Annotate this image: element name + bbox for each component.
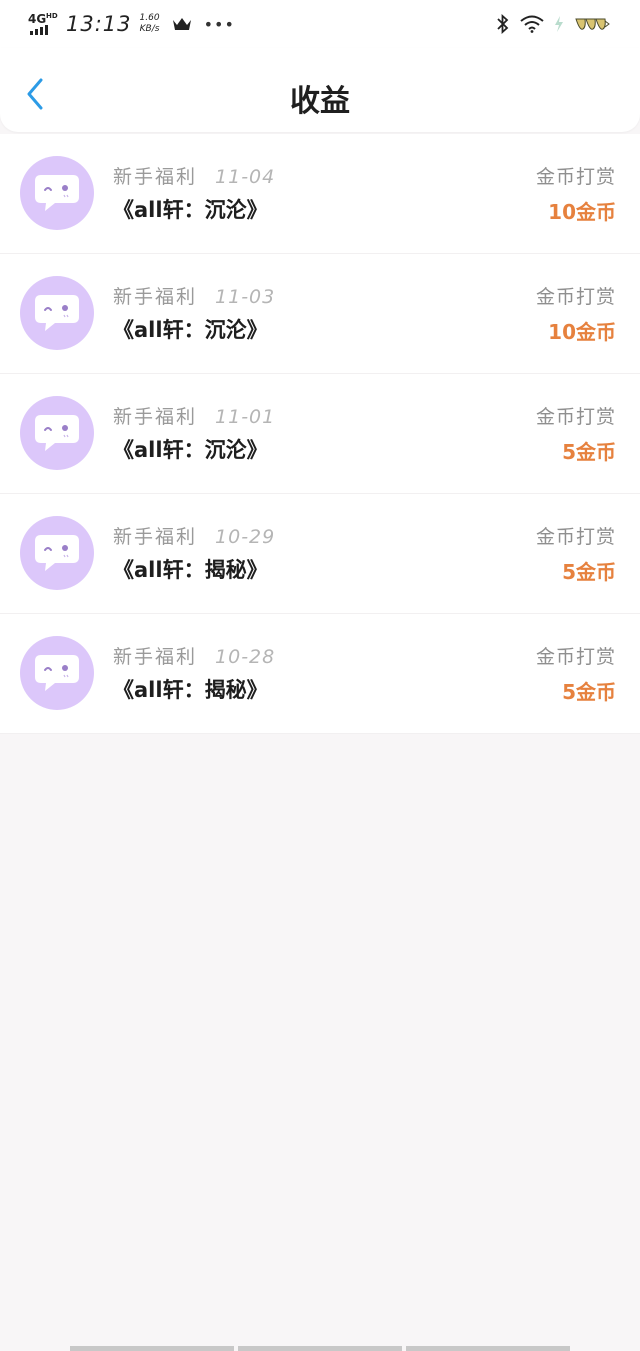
chat-bubble-icon: [35, 655, 79, 691]
income-kind: 金币打赏: [535, 526, 616, 548]
income-date: 10-29: [215, 526, 276, 548]
income-item[interactable]: 新手福利 11-03 《all轩：沉沦》 金币打赏 10金币: [0, 254, 640, 374]
status-bar-left: 4G HD 13:13 1.60 KB/s •••: [28, 10, 235, 38]
wifi-icon: [520, 15, 544, 33]
income-item[interactable]: 新手福利 11-01 《all轩：沉沦》 金币打赏 5金币: [0, 374, 640, 494]
more-notifications-icon: •••: [203, 14, 235, 34]
avatar: [20, 396, 94, 470]
income-kind: 金币打赏: [535, 646, 616, 668]
cellular-signal-icon: 4G HD: [28, 11, 58, 37]
book-title: 《all轩：沉沦》: [113, 438, 268, 462]
charging-icon: [555, 16, 563, 32]
income-date: 11-03: [215, 286, 276, 308]
item-meta: 新手福利 11-01: [113, 402, 275, 429]
avatar: [20, 636, 94, 710]
avatar: [20, 276, 94, 350]
network-type: 4G: [28, 12, 47, 26]
income-amount: 10金币: [548, 200, 616, 224]
chat-bubble-icon: [35, 415, 79, 451]
income-item[interactable]: 新手福利 11-04 《all轩：沉沦》 金币打赏 10金币: [0, 134, 640, 254]
status-time: 13:13: [66, 12, 132, 36]
network-speed: 1.60 KB/s: [140, 13, 160, 35]
income-list: 新手福利 11-04 《all轩：沉沦》 金币打赏 10金币 新手福利 11-0…: [0, 134, 640, 734]
battery-icon: [575, 18, 610, 30]
income-date: 10-28: [215, 646, 276, 668]
income-type: 新手福利: [113, 166, 198, 188]
home-indicator[interactable]: [70, 1346, 570, 1351]
navigation-bar: 收益: [0, 48, 640, 132]
item-meta: 新手福利 11-03: [113, 282, 275, 309]
income-date: 11-04: [215, 166, 276, 188]
income-kind: 金币打赏: [535, 406, 616, 428]
avatar: [20, 156, 94, 230]
item-meta: 新手福利 10-29: [113, 522, 275, 549]
status-bar: 4G HD 13:13 1.60 KB/s •••: [0, 0, 640, 48]
income-type: 新手福利: [113, 526, 198, 548]
income-item[interactable]: 新手福利 10-29 《all轩：揭秘》 金币打赏 5金币: [0, 494, 640, 614]
income-kind: 金币打赏: [535, 286, 616, 308]
income-type: 新手福利: [113, 646, 198, 668]
income-item[interactable]: 新手福利 10-28 《all轩：揭秘》 金币打赏 5金币: [0, 614, 640, 734]
chat-bubble-icon: [35, 535, 79, 571]
avatar: [20, 516, 94, 590]
income-amount: 5金币: [562, 440, 616, 464]
income-amount: 5金币: [562, 680, 616, 704]
network-hd: HD: [46, 12, 58, 20]
crown-icon: [172, 18, 191, 30]
income-type: 新手福利: [113, 406, 198, 428]
income-kind: 金币打赏: [535, 166, 616, 188]
income-date: 11-01: [215, 406, 276, 428]
network-speed-unit: KB/s: [139, 24, 160, 34]
income-amount: 5金币: [562, 560, 616, 584]
chat-bubble-icon: [35, 295, 79, 331]
signal-bars: [30, 25, 48, 35]
status-bar-right: [496, 12, 610, 36]
chat-bubble-icon: [35, 175, 79, 211]
item-meta: 新手福利 11-04: [113, 162, 275, 189]
book-title: 《all轩：揭秘》: [113, 558, 268, 582]
network-speed-value: 1.60: [139, 13, 160, 23]
item-meta: 新手福利 10-28: [113, 642, 275, 669]
book-title: 《all轩：沉沦》: [113, 318, 268, 342]
book-title: 《all轩：揭秘》: [113, 678, 268, 702]
book-title: 《all轩：沉沦》: [113, 198, 268, 222]
income-type: 新手福利: [113, 286, 198, 308]
page-title: 收益: [290, 84, 350, 119]
bluetooth-icon: [497, 14, 509, 34]
income-amount: 10金币: [548, 320, 616, 344]
